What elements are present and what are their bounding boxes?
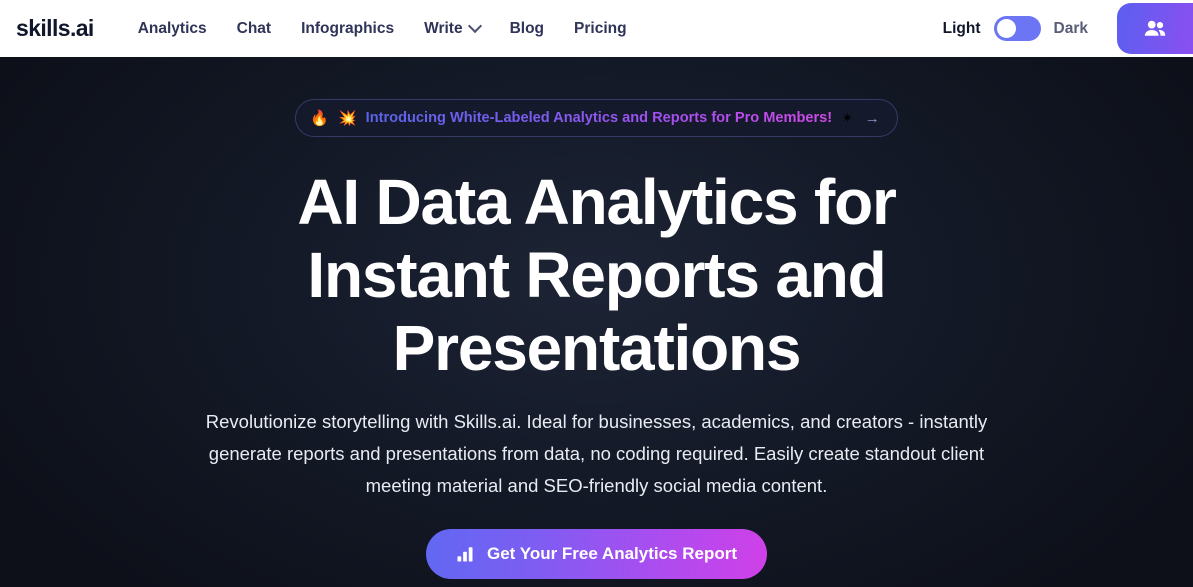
nav-item-label: Infographics: [301, 19, 395, 37]
bar-chart-icon: [457, 547, 473, 562]
nav-item-label: Write: [424, 19, 463, 37]
toggle-knob: [996, 19, 1016, 38]
nav-item-label: Pricing: [574, 19, 627, 37]
community-users-button[interactable]: [1117, 3, 1193, 54]
users-icon: [1144, 20, 1166, 36]
announcement-text: Introducing White-Labeled Analytics and …: [365, 110, 833, 126]
header-actions: Light Dark: [943, 0, 1193, 57]
theme-toggle-switch[interactable]: [993, 16, 1041, 41]
nav-item-label: Chat: [236, 19, 272, 37]
hero-section: 🔥 💥 Introducing White-Labeled Analytics …: [0, 57, 1193, 587]
cta-label: Get Your Free Analytics Report: [486, 544, 738, 563]
announcement-banner[interactable]: 🔥 💥 Introducing White-Labeled Analytics …: [295, 99, 898, 137]
nav-item-pricing[interactable]: Pricing: [574, 20, 627, 38]
fire-icon: 🔥: [310, 109, 329, 127]
chevron-down-icon: [467, 18, 482, 33]
nav-item-blog[interactable]: Blog: [510, 20, 544, 38]
hero-description: Revolutionize storytelling with Skills.a…: [205, 411, 988, 496]
site-header: skills.ai Analytics Chat Infographics Wr…: [0, 0, 1193, 57]
page-title: AI Data Analytics for Instant Reports an…: [297, 166, 897, 384]
main-navigation: Analytics Chat Infographics Write Blog P…: [138, 18, 627, 38]
theme-light-label[interactable]: Light: [943, 20, 981, 38]
nav-item-label: Analytics: [137, 19, 207, 37]
nav-item-analytics[interactable]: Analytics: [138, 20, 207, 38]
nav-item-infographics[interactable]: Infographics: [301, 20, 394, 38]
theme-dark-label[interactable]: Dark: [1054, 20, 1088, 38]
nav-item-chat[interactable]: Chat: [237, 20, 271, 38]
site-logo[interactable]: skills.ai: [16, 15, 94, 42]
get-free-analytics-report-button[interactable]: Get Your Free Analytics Report: [425, 529, 768, 579]
sparkle-blue-icon: 💥: [337, 109, 357, 127]
nav-item-write[interactable]: Write: [424, 18, 482, 38]
sparkle-pink-icon: ✴: [841, 109, 854, 127]
arrow-right-icon: →: [864, 109, 880, 127]
nav-item-label: Blog: [509, 19, 545, 37]
